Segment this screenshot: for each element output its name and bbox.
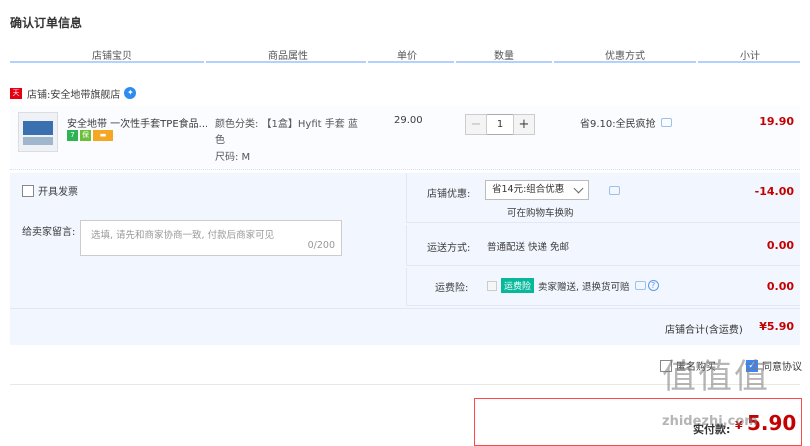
comment-icon[interactable] — [660, 118, 672, 127]
header-underline — [554, 61, 696, 63]
header-underline — [10, 61, 204, 63]
product-thumbnail[interactable] — [18, 112, 58, 152]
insurance-value: 0.00 — [766, 280, 794, 293]
shop-row: 天猫 店铺: 安全地带旗舰店 ✦ — [10, 86, 137, 108]
shipping-row: 运送方式: 普通配送 快递 免邮 0.00 — [406, 225, 800, 266]
col-shop-item: 店铺宝贝 — [92, 51, 132, 62]
col-quantity: 数量 — [494, 51, 514, 62]
chevron-down-icon — [573, 183, 584, 194]
invoice-option[interactable]: 开具发票 — [22, 183, 78, 198]
product-color-prop: 颜色分类: 【1盒】Hyfit 手套 蓝 — [215, 119, 358, 130]
order-options-panel: 开具发票 给卖家留言: 选填, 请先和商家协商一致, 付款后商家可见 0/200… — [10, 173, 800, 345]
message-label: 给卖家留言: — [22, 227, 76, 238]
wangwang-chat-icon[interactable]: ✦ — [124, 87, 137, 99]
insurance-option: 运费险 卖家赠送, 退换货可赔 ? — [487, 278, 659, 293]
shop-discount-label: 店铺优惠: — [427, 189, 471, 200]
item-promo: 省9.10:全民疯抢 — [580, 115, 672, 130]
shipping-method: 普通配送 快递 免邮 — [487, 242, 570, 253]
shop-label: 店铺: — [27, 89, 51, 101]
shop-discount-select[interactable]: 省14元:组合优惠 — [485, 180, 589, 200]
service-badges: 7 保 ▬ — [67, 130, 113, 141]
quantity-minus-button[interactable]: − — [465, 114, 487, 135]
insurance-text: 卖家赠送, 退换货可赔 — [538, 281, 630, 293]
col-subtotal: 小计 — [740, 51, 760, 62]
quantity-input[interactable]: 1 — [487, 114, 513, 135]
comment-icon[interactable] — [634, 281, 646, 290]
invoice-checkbox[interactable] — [22, 184, 34, 197]
item-subtotal: 19.90 — [759, 115, 794, 128]
shop-total-value: ¥5.90 — [759, 320, 794, 333]
insurance-label: 运费险: — [435, 283, 469, 294]
header-underline — [206, 61, 366, 63]
col-props: 商品属性 — [268, 51, 308, 62]
product-size-prop: 尺码: M — [215, 152, 251, 163]
shop-discount-selected: 省14元:组合优惠 — [492, 184, 565, 195]
message-counter: 0/200 — [307, 240, 335, 251]
tmall-icon: 天猫 — [10, 87, 22, 108]
message-placeholder: 选填, 请先和商家协商一致, 付款后商家可见 — [91, 230, 275, 241]
order-item: 安全地带 一次性手套TPE食品... 7 保 ▬ 颜色分类: 【1盒】Hyfit… — [10, 106, 800, 170]
shop-discount-row: 店铺优惠: 省14元:组合优惠 可在购物车换购 -14.00 — [406, 173, 800, 223]
cart-exchange-note: 可在购物车换购 — [507, 208, 574, 219]
product-name-link[interactable]: 安全地带 一次性手套TPE食品... — [67, 115, 207, 130]
credit-card-icon: ▬ — [93, 130, 113, 141]
unit-price: 29.00 — [394, 115, 423, 126]
shop-total-row: 店铺合计(含运费) ¥5.90 — [10, 308, 800, 345]
header-underline — [368, 61, 454, 63]
page-title: 确认订单信息 — [10, 16, 83, 30]
shipping-label: 运送方式: — [427, 243, 471, 254]
invoice-label: 开具发票 — [38, 187, 78, 198]
shop-total-label: 店铺合计(含运费) — [665, 325, 743, 336]
seven-day-return-icon: 7 — [67, 130, 78, 141]
quantity-stepper: − 1 + — [465, 114, 535, 135]
shop-discount-value: -14.00 — [754, 185, 794, 198]
insurance-row: 运费险: 运费险 卖家赠送, 退换货可赔 ? 0.00 — [406, 268, 800, 306]
product-color-prop-cont: 色 — [215, 135, 225, 146]
col-price: 单价 — [397, 51, 417, 62]
quantity-plus-button[interactable]: + — [513, 114, 535, 135]
message-textarea[interactable]: 选填, 请先和商家协商一致, 付款后商家可见 0/200 — [80, 220, 342, 256]
shipping-value: 0.00 — [766, 239, 794, 252]
insurance-tag: 运费险 — [501, 278, 535, 293]
item-promo-text: 省9.10:全民疯抢 — [580, 119, 656, 130]
watermark-logo: 值值值 — [662, 357, 770, 397]
header-underline — [698, 61, 800, 63]
help-icon[interactable]: ? — [647, 280, 659, 291]
col-promo: 优惠方式 — [605, 51, 645, 62]
guarantee-icon: 保 — [80, 130, 91, 141]
comment-icon[interactable] — [609, 186, 620, 195]
shop-name-link[interactable]: 安全地带旗舰店 — [50, 86, 120, 101]
insurance-checkbox — [487, 280, 497, 291]
header-underline — [456, 61, 552, 63]
watermark-site: zhidezhi.com — [662, 414, 758, 429]
